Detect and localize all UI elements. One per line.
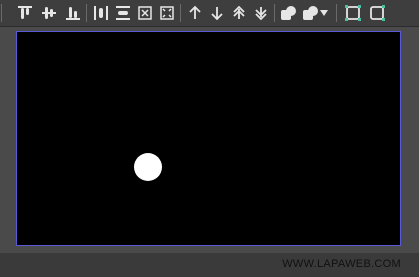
toolbar xyxy=(0,0,419,27)
toolbar-separator xyxy=(86,4,87,22)
bring-to-front-icon[interactable] xyxy=(228,2,249,23)
move-down-icon[interactable] xyxy=(206,2,227,23)
align-top-icon[interactable] xyxy=(14,2,35,23)
watermark-text: WWW.LAPAWEB.COM xyxy=(282,258,401,270)
fit-canvas-icon[interactable] xyxy=(156,2,177,23)
expand-canvas-icon[interactable] xyxy=(134,2,155,23)
white-circle-shape[interactable] xyxy=(134,153,162,181)
chevron-down-icon[interactable] xyxy=(318,2,330,23)
toolbar-separator xyxy=(336,4,337,22)
move-up-icon[interactable] xyxy=(184,2,205,23)
distribute-horizontal-icon[interactable] xyxy=(90,2,111,23)
align-vertical-center-icon[interactable] xyxy=(38,2,59,23)
send-to-back-icon[interactable] xyxy=(250,2,271,23)
align-bottom-icon[interactable] xyxy=(62,2,83,23)
canvas[interactable] xyxy=(16,31,401,246)
ungroup-icon[interactable] xyxy=(366,2,387,23)
toolbar-separator xyxy=(180,4,181,22)
toolbar-separator xyxy=(274,4,275,22)
union-shape-icon[interactable] xyxy=(278,2,299,23)
group-icon[interactable] xyxy=(342,2,363,23)
status-bar: WWW.LAPAWEB.COM xyxy=(0,253,419,277)
toolbar-separator xyxy=(1,4,2,22)
distribute-vertical-icon[interactable] xyxy=(112,2,133,23)
